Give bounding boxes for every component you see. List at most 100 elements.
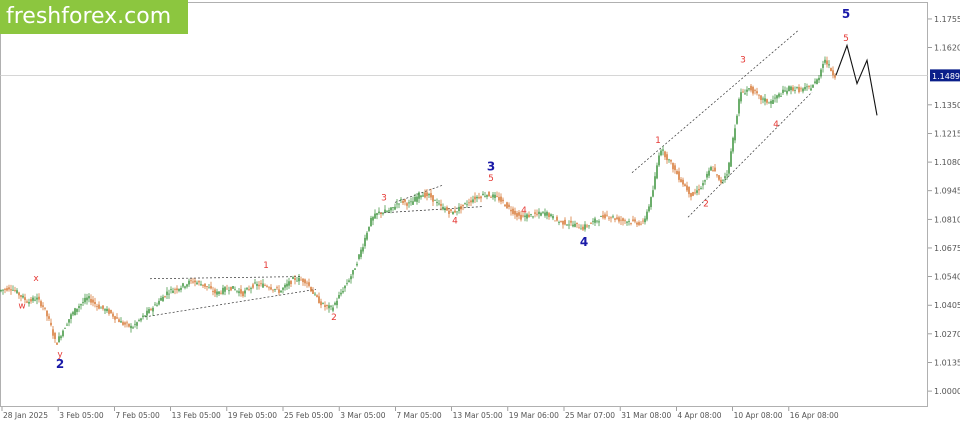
candle-body bbox=[52, 329, 54, 336]
candle-body bbox=[536, 213, 538, 215]
price-chart: 1.1755 1.1620 1.1489 1.1350 1.1215 1.1080 1.09… bbox=[0, 2, 960, 420]
candle-body bbox=[532, 216, 534, 218]
candle-body bbox=[24, 297, 26, 301]
candle-body bbox=[778, 93, 780, 97]
wave-label-minor: w bbox=[18, 301, 25, 311]
candle-body bbox=[50, 322, 52, 326]
candle-body bbox=[382, 212, 384, 214]
candle-body bbox=[350, 276, 352, 280]
candle-body bbox=[60, 336, 62, 339]
candle-body bbox=[142, 315, 144, 318]
candle-body bbox=[578, 227, 580, 229]
candle-body bbox=[82, 302, 84, 303]
plot-frame bbox=[0, 2, 928, 407]
y-tick-label: 1.1755 bbox=[934, 15, 960, 24]
candle-body bbox=[786, 90, 788, 94]
x-tick-label: 31 Mar 08:00 bbox=[621, 411, 671, 420]
candle-body bbox=[352, 270, 354, 275]
candle-body bbox=[586, 225, 588, 227]
candle-body bbox=[292, 277, 294, 279]
candle-body bbox=[672, 163, 674, 170]
candle-body bbox=[650, 197, 652, 208]
candle-body bbox=[656, 165, 658, 179]
candle-body bbox=[560, 221, 562, 222]
candle-body bbox=[496, 195, 498, 197]
candle-body bbox=[636, 222, 638, 225]
candle-body bbox=[678, 171, 680, 180]
candle-body bbox=[512, 208, 514, 214]
candle-body bbox=[776, 95, 778, 99]
candle-body bbox=[298, 277, 300, 282]
candle-body bbox=[542, 211, 544, 213]
candle-body bbox=[348, 280, 350, 282]
candle-body bbox=[730, 151, 732, 167]
candle-body bbox=[66, 324, 68, 326]
candle-body bbox=[274, 289, 276, 290]
candle-body bbox=[538, 211, 540, 215]
candle-body bbox=[26, 301, 28, 303]
candle-body bbox=[530, 214, 532, 215]
candle-body bbox=[116, 317, 118, 319]
candle-body bbox=[174, 288, 176, 290]
candle-body bbox=[442, 206, 444, 210]
candle-body bbox=[752, 86, 754, 94]
y-tick-label: 1.0540 bbox=[934, 273, 960, 282]
candle-body bbox=[574, 223, 576, 227]
candle-body bbox=[162, 296, 164, 302]
y-tick-label: 1.1215 bbox=[934, 129, 960, 138]
candle-body bbox=[278, 289, 280, 293]
candle-body bbox=[8, 287, 10, 290]
candle-body bbox=[648, 206, 650, 212]
candle-body bbox=[780, 95, 782, 97]
candle-body bbox=[392, 207, 394, 209]
candle-body bbox=[326, 304, 328, 307]
candle-body bbox=[200, 284, 202, 286]
candle-body bbox=[404, 199, 406, 202]
candle-body bbox=[564, 219, 566, 225]
candle-body bbox=[550, 214, 552, 217]
wave-label-minor: x bbox=[33, 274, 39, 284]
candle-body bbox=[122, 322, 124, 325]
candle-body bbox=[384, 209, 386, 213]
candle-body bbox=[98, 304, 100, 309]
candle-body bbox=[102, 305, 104, 309]
candle-body bbox=[184, 286, 186, 288]
candle-body bbox=[16, 290, 18, 293]
candle-body bbox=[824, 59, 826, 63]
candle-body bbox=[622, 218, 624, 221]
candle-body bbox=[712, 170, 714, 171]
wave-label-major: 5 bbox=[842, 7, 850, 21]
candle-body bbox=[264, 285, 266, 287]
candle-body bbox=[492, 194, 494, 198]
candle-body bbox=[36, 297, 38, 300]
candle-body bbox=[166, 291, 168, 295]
candle-body bbox=[146, 310, 148, 316]
candle-body bbox=[770, 101, 772, 104]
candle-body bbox=[604, 214, 606, 219]
candle-body bbox=[748, 88, 750, 90]
candle-body bbox=[602, 215, 604, 218]
candle-body bbox=[206, 286, 208, 287]
candle-body bbox=[614, 218, 616, 220]
wave-label-minor: 2 bbox=[331, 313, 337, 323]
candle-body bbox=[556, 216, 558, 221]
candle-body bbox=[448, 210, 450, 214]
candle-body bbox=[320, 301, 322, 306]
candle-body bbox=[580, 228, 582, 230]
candle-body bbox=[220, 292, 222, 294]
candle-body bbox=[242, 291, 244, 297]
x-tick-label: 13 Feb 05:00 bbox=[172, 411, 221, 420]
candle-body bbox=[88, 296, 90, 299]
candle-body bbox=[260, 283, 262, 285]
candle-body bbox=[294, 278, 296, 281]
x-tick-label: 28 Jan 2025 bbox=[3, 411, 48, 420]
candle-body bbox=[644, 218, 646, 223]
candle-body bbox=[690, 193, 692, 197]
candle-body bbox=[168, 293, 170, 295]
y-tick-label: 1.0135 bbox=[934, 358, 960, 367]
candle-body bbox=[750, 85, 752, 91]
candle-body bbox=[662, 149, 664, 151]
candle-body bbox=[128, 323, 130, 327]
candle-body bbox=[256, 283, 258, 286]
candle-body bbox=[590, 223, 592, 225]
